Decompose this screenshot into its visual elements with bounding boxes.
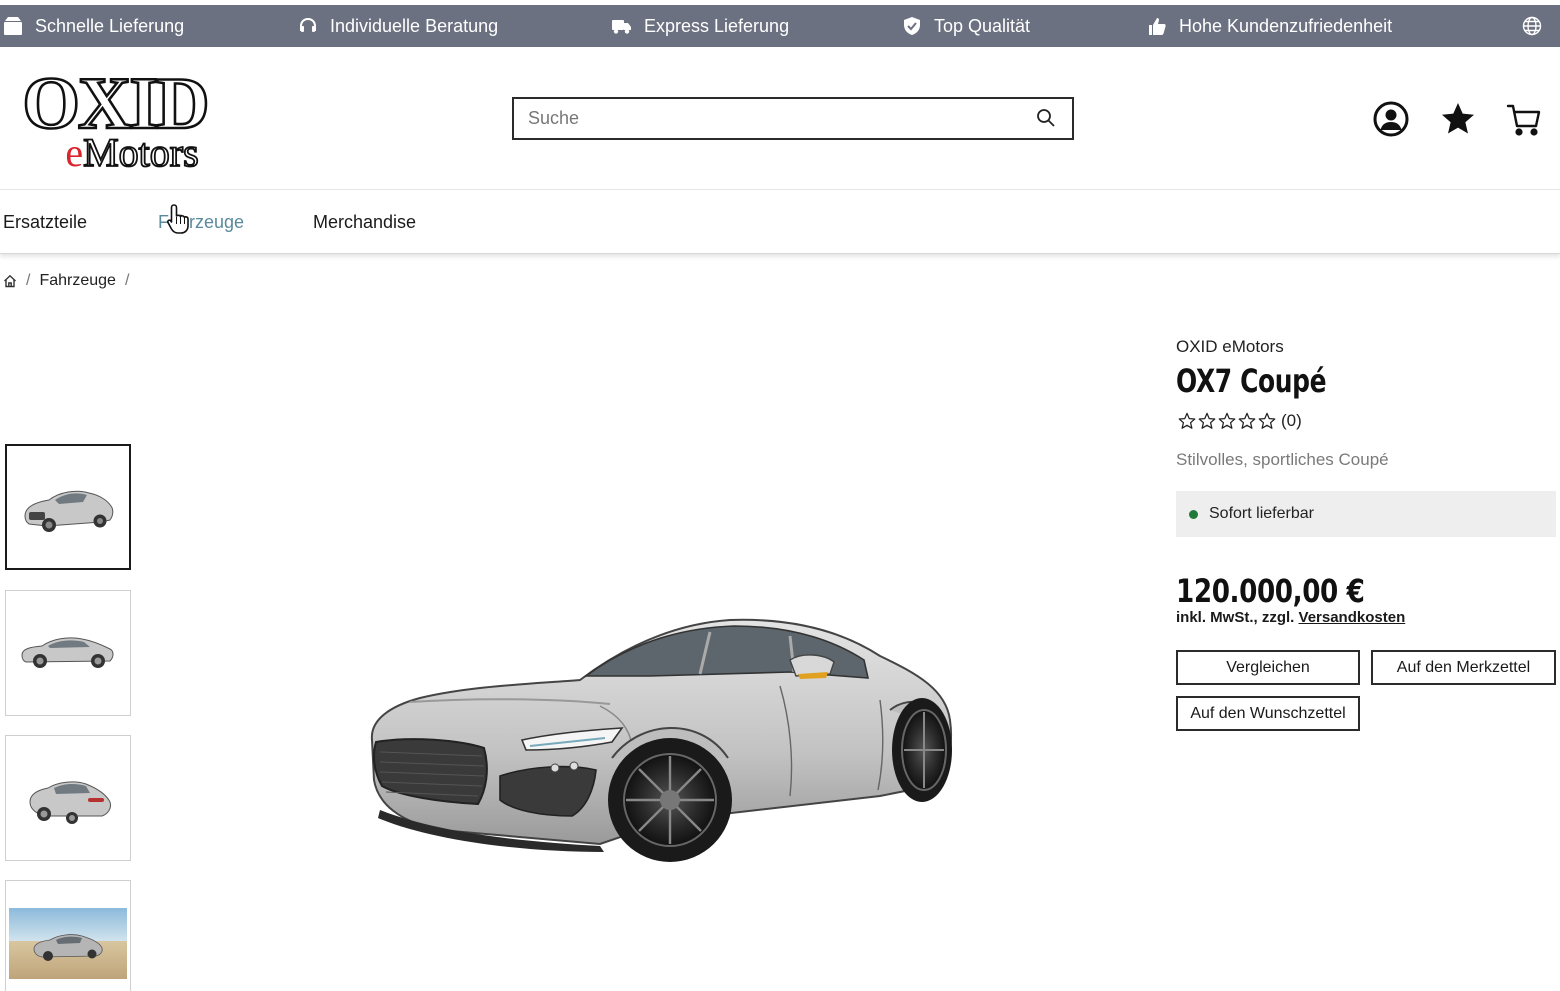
shield-check-icon <box>904 17 920 35</box>
breadcrumb: / Fahrzeuge / <box>3 272 138 290</box>
breadcrumb-separator: / <box>124 272 130 289</box>
breadcrumb-item-fahrzeuge[interactable]: Fahrzeuge <box>39 272 116 290</box>
product-short-description: Stilvolles, sportliches Coupé <box>1176 450 1389 469</box>
car-rear-three-quarter-thumbnail <box>29 781 111 824</box>
logo-mark: OXID eMotors <box>21 62 211 176</box>
usp-label: Individuelle Beratung <box>330 15 499 36</box>
usp-label: Schnelle Lieferung <box>35 15 185 36</box>
car-illustration <box>370 618 952 862</box>
usp-label: Express Lieferung <box>644 15 790 36</box>
usp-item: Schnelle Lieferung <box>3 5 184 47</box>
gallery-thumbnail[interactable] <box>5 880 131 991</box>
search-icon[interactable] <box>1036 108 1056 128</box>
usp-label: Hohe Kundenzufriedenheit <box>1179 15 1393 36</box>
car-side-thumbnail <box>21 637 114 668</box>
home-icon[interactable] <box>3 274 17 288</box>
car-front-three-quarter-thumbnail <box>24 490 114 532</box>
nav-item-ersatzteile[interactable]: Ersatzteile <box>3 212 87 233</box>
usp-label: Top Qualität <box>934 15 1031 36</box>
truck-icon <box>612 20 631 34</box>
car-desert-scene-thumbnail <box>9 908 127 979</box>
product-rating[interactable]: (0) <box>1178 411 1302 431</box>
account-icon[interactable] <box>1372 100 1410 138</box>
product-price: 120.000,00 € <box>1176 572 1365 610</box>
cart-icon[interactable] <box>1505 100 1543 138</box>
logo[interactable]: OXID eMotors <box>2 62 232 176</box>
main-product-image[interactable] <box>350 590 970 890</box>
star-outline-icon[interactable] <box>1178 412 1196 430</box>
vat-info: inkl. MwSt., zzgl. Versandkosten <box>1176 609 1405 626</box>
stock-status-label: Sofort lieferbar <box>1209 505 1314 522</box>
star-outline-icon[interactable] <box>1198 412 1216 430</box>
globe-icon[interactable] <box>1522 16 1542 36</box>
search-input[interactable] <box>514 99 1014 138</box>
add-to-wish-list-button[interactable]: Auf den Wunschzettel <box>1176 696 1360 731</box>
stock-indicator-dot <box>1189 509 1198 519</box>
logo-text-motors: Motors <box>83 130 199 175</box>
stock-status: Sofort lieferbar <box>1176 491 1556 537</box>
star-outline-icon[interactable] <box>1238 412 1256 430</box>
product-title: OX7 Coupé <box>1176 362 1327 400</box>
search-box <box>512 97 1074 140</box>
usp-bar: Schnelle Lieferung Individuelle Beratung… <box>0 5 1560 47</box>
usp-item: Top Qualität <box>902 5 1030 47</box>
nav-item-merchandise[interactable]: Merchandise <box>313 212 416 233</box>
main-navigation: Ersatzteile Fahrzeuge Merchandise <box>0 190 1560 254</box>
headset-icon <box>300 18 316 32</box>
package-icon <box>4 17 22 35</box>
breadcrumb-separator: / <box>26 272 31 289</box>
logo-text-e: e <box>65 130 83 175</box>
usp-item: Express Lieferung <box>612 5 789 47</box>
favorites-star-icon[interactable] <box>1439 100 1477 138</box>
shipping-costs-link[interactable]: Versandkosten <box>1299 609 1406 626</box>
star-outline-icon[interactable] <box>1258 412 1276 430</box>
gallery-thumbnail[interactable] <box>5 444 131 570</box>
usp-item: Individuelle Beratung <box>298 5 498 47</box>
add-to-notice-list-button[interactable]: Auf den Merkzettel <box>1371 650 1556 685</box>
product-manufacturer[interactable]: OXID eMotors <box>1176 337 1284 357</box>
compare-button[interactable]: Vergleichen <box>1176 650 1360 685</box>
thumbs-up-icon <box>1149 18 1166 35</box>
logo-text-emotors: eMotors <box>65 130 198 175</box>
gallery-thumbnail[interactable] <box>5 735 131 861</box>
hand-pointer-cursor-icon <box>167 204 189 234</box>
vat-text: inkl. MwSt., zzgl. <box>1176 609 1295 626</box>
gallery-thumbnail[interactable] <box>5 590 131 716</box>
star-outline-icon[interactable] <box>1218 412 1236 430</box>
usp-item: Hohe Kundenzufriedenheit <box>1147 5 1392 47</box>
rating-count: (0) <box>1281 411 1302 430</box>
